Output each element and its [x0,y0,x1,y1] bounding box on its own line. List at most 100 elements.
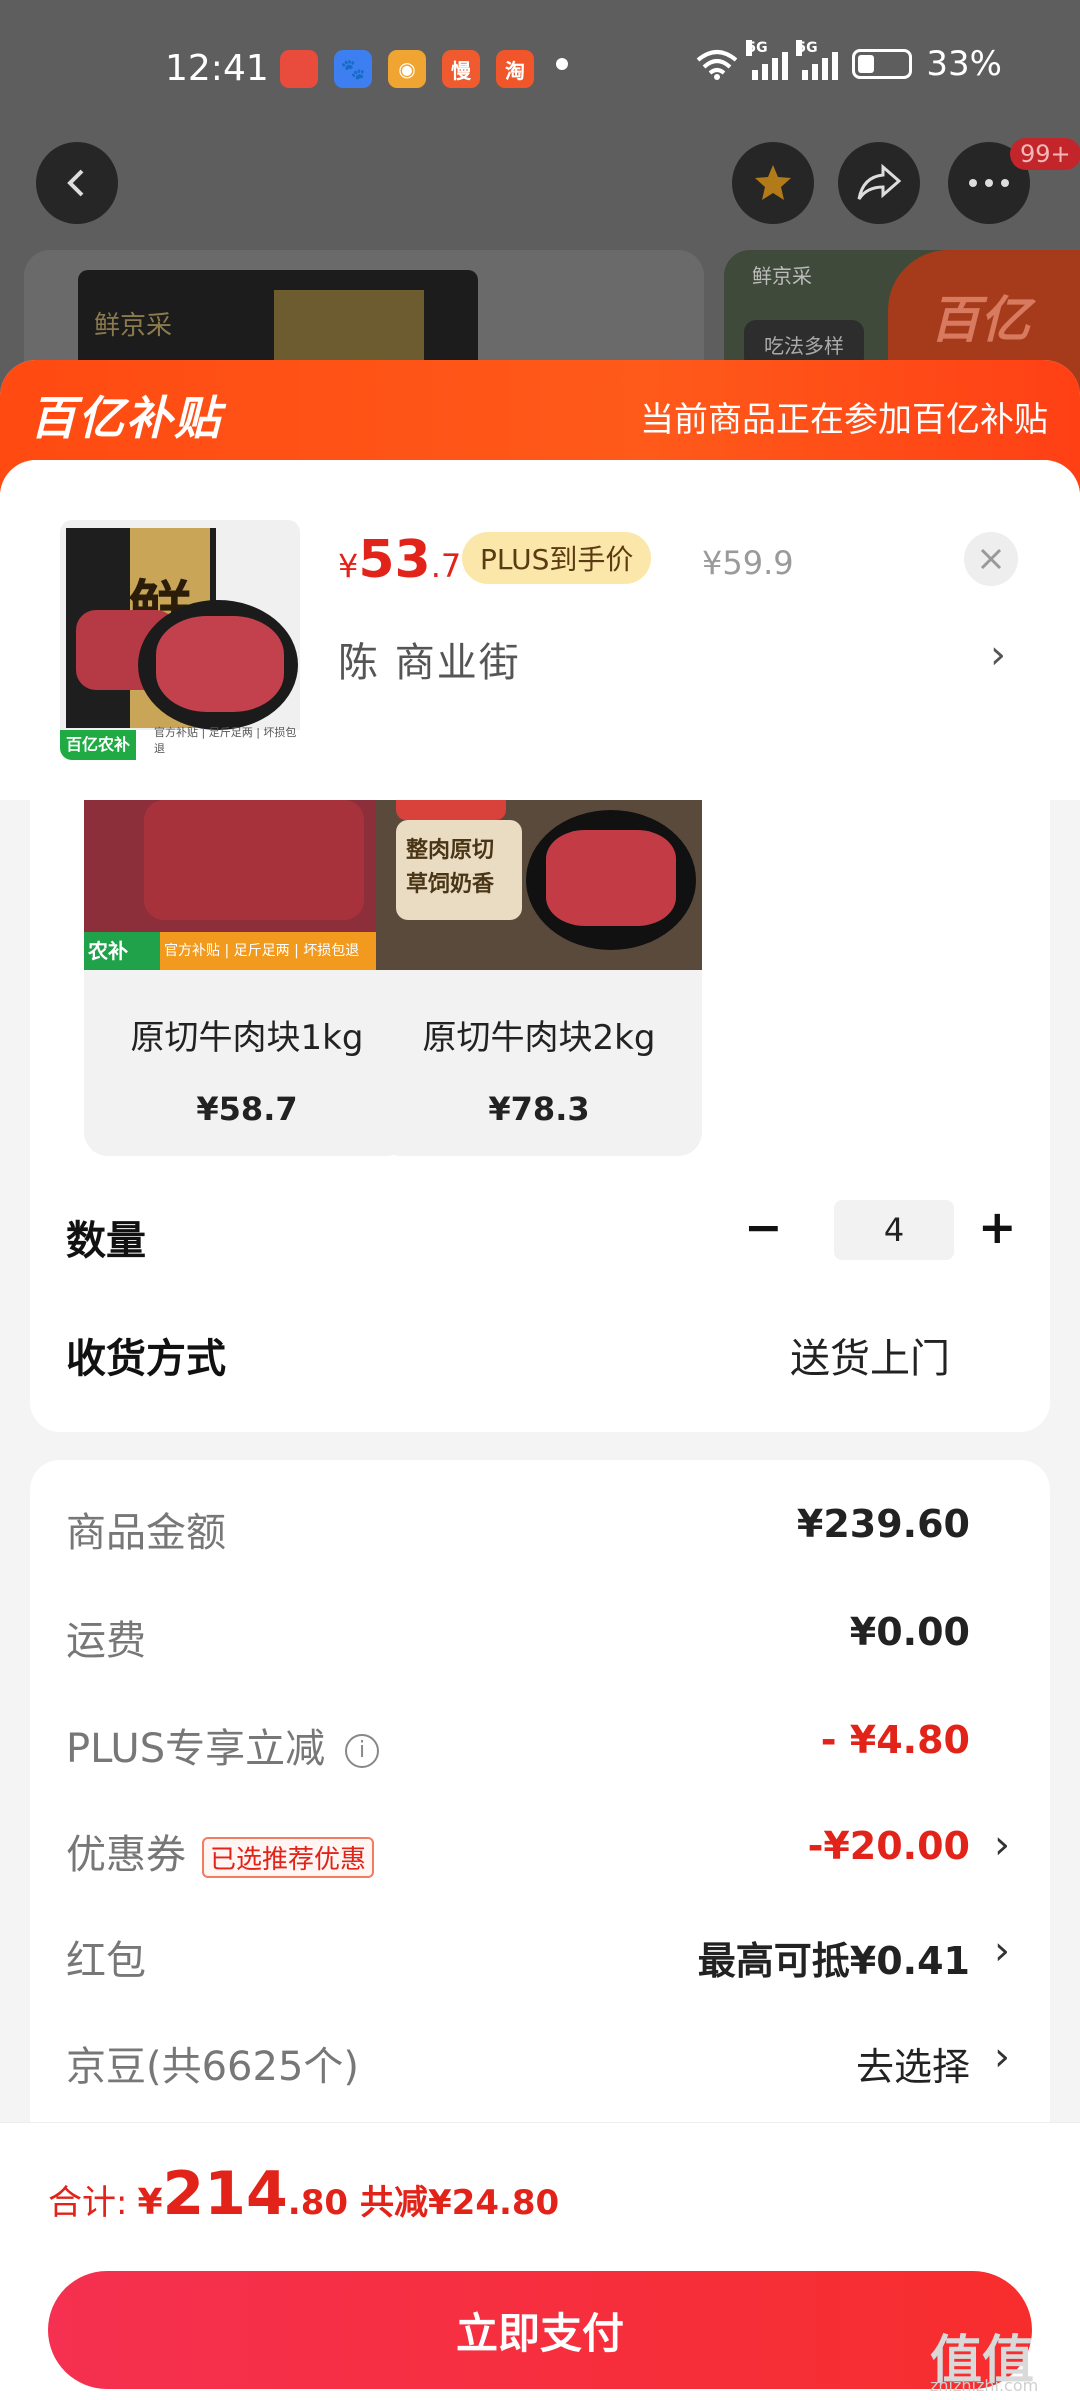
cost-row-red-packet[interactable]: 红包 最高可抵¥0.41 › [30,1928,1050,1998]
signal-label: 5G [796,40,818,56]
favorite-button[interactable] [732,142,814,224]
notification-dot [556,58,568,70]
quantity-plus-button[interactable]: + [978,1200,1017,1254]
thumb-meat [156,616,284,712]
cost-value: ¥0.00 [849,1610,970,1654]
thumb-subsidy-tag: 百亿农补 [60,730,137,760]
cost-label: 运费 [66,1618,146,1664]
cost-row-jingdou[interactable]: 京豆(共6625个) 去选择 › [30,2034,1050,2104]
star-icon [755,165,791,200]
original-price: ¥59.9 [702,544,794,582]
cost-row-plus-discount: PLUS专享立减 i - ¥4.80 [30,1716,1050,1786]
battery-icon [852,49,913,79]
baidu-icon: 🐾 [334,50,372,88]
pay-now-button[interactable]: 立即支付 [48,2271,1032,2389]
cost-label-text: 优惠券 [66,1832,186,1878]
cost-value: -¥20.00 [807,1824,970,1868]
shipping-value[interactable]: 送货上门 [790,1326,950,1384]
battery-fill [858,55,875,73]
cost-label: 优惠券 已选推荐优惠 [66,1822,375,1880]
coupon-tag: 已选推荐优惠 [202,1836,375,1878]
man-icon: 慢 [442,50,480,88]
cost-value: - ¥4.80 [820,1718,970,1762]
chevron-left-icon [67,169,84,197]
cost-label: 红包 [66,1938,146,1984]
sheet-body: 鲜 百亿农补 官方补贴 | 足斤足两 | 坏损包退 ¥ 53 .7 PLUS到手… [0,460,1080,2400]
total-integer: 214 [162,2159,288,2229]
background-subsidy-logo: 百亿 [930,291,1030,349]
cost-label: PLUS专享立减 i [66,1716,380,1774]
cost-label: 商品金额 [66,1510,226,1556]
variant-price: ¥58.7 [196,1090,298,1128]
variant-red-band [396,800,506,820]
subsidy-note: 当前商品正在参加百亿补贴 [640,400,1048,440]
checkout-sheet: 百亿补贴 当前商品正在参加百亿补贴 鲜 百亿农补 官方补贴 | 足斤足两 | 坏… [0,360,1080,2400]
chevron-right-icon[interactable]: › [994,1928,1010,1974]
app-icon-1 [280,50,318,88]
variant-image: 整肉原切 草饲奶香 [376,800,702,970]
variant-subsidy-tag: 农补 [84,932,160,970]
status-right: 5G 5G 33% [696,40,1002,84]
price-symbol: ¥ [338,547,359,585]
cost-value: ¥239.60 [796,1502,970,1546]
info-icon[interactable]: i [345,1734,380,1768]
signal-icon-2: 5G [796,40,839,80]
price-integer: 53 [358,530,431,590]
checkout-bottom-bar: 合计: ¥ 214 .80 共减¥24.80 立即支付 [0,2122,1080,2400]
variant-strip-text: 官方补贴 | 足斤足两 | 坏损包退 [164,943,360,959]
product-summary: 鲜 百亿农补 官方补贴 | 足斤足两 | 坏损包退 ¥ 53 .7 PLUS到手… [0,460,1080,800]
total-summary: 合计: ¥ 214 .80 共减¥24.80 [48,2159,559,2229]
variant-meat [546,830,676,926]
address-chevron-icon[interactable]: › [990,632,1006,678]
wifi-icon [697,50,738,80]
share-button[interactable] [838,142,920,224]
cost-label: 京豆(共6625个) [66,2044,360,2090]
cost-label-text: PLUS专享立减 [66,1726,326,1772]
background-side-brand: 鲜京采 [752,264,812,288]
signal-icon-1: 5G [746,40,789,80]
quantity-minus-button[interactable]: − [744,1200,783,1254]
cost-row-coupon[interactable]: 优惠券 已选推荐优惠 -¥20.00 › [30,1822,1050,1892]
product-thumbnail: 鲜 百亿农补 官方补贴 | 足斤足两 | 坏损包退 [60,520,300,760]
chevron-right-icon[interactable]: › [994,1822,1010,1868]
variant-name: 原切牛肉块2kg [422,1018,656,1058]
status-app-icons: 🐾 ◉ 慢淘 [280,50,534,88]
shipping-label: 收货方式 [66,1336,226,1382]
variant-price: ¥78.3 [488,1090,590,1128]
quantity-label-text: 数量 [66,1218,146,1264]
delivery-address[interactable]: 陈 商业街 [338,630,521,688]
status-time: 12:41 [165,48,269,89]
subsidy-logo: 百亿补贴 [30,391,222,445]
notification-badge: 99+ [1010,138,1080,170]
close-button[interactable] [964,532,1018,586]
cost-row-goods: 商品金额 ¥239.60 [30,1500,1050,1570]
total-decimal: .80 [287,2183,349,2223]
variant-meat [144,800,364,920]
variant-name: 原切牛肉块1kg [130,1018,364,1058]
cost-value: 最高可抵¥0.41 [697,1939,970,1983]
product-price: ¥ 53 .7 [338,530,461,590]
background-brand-text: 鲜京采 [94,311,173,341]
watermark-url: zhizhizhi.com [930,2376,1039,2395]
chevron-right-icon[interactable]: › [994,2034,1010,2080]
cost-breakdown: 商品金额 ¥239.60 运费 ¥0.00 PLUS专享立减 i - ¥4.80 … [30,1460,1050,2220]
weibo-icon: ◉ [388,50,426,88]
more-icon [969,179,1009,187]
total-label: 合计: [48,2183,128,2223]
price-decimal: .7 [430,547,462,585]
signal-label: 5G [746,40,768,56]
status-bar: 12:41 🐾 ◉ 慢淘 5G 5G 33% [0,0,1080,140]
thumb-footer-text: 官方补贴 | 足斤足两 | 坏损包退 [154,726,297,755]
quantity-input[interactable] [834,1200,954,1260]
cost-row-shipping: 运费 ¥0.00 [30,1608,1050,1678]
variant-option-2kg[interactable]: 整肉原切 草饲奶香 原切牛肉块2kg ¥78.3 [376,800,702,1156]
variant-option-1kg[interactable]: 农补 官方补贴 | 足斤足两 | 坏损包退 原切牛肉块1kg ¥58.7 [84,800,410,1156]
close-icon [980,548,1002,570]
cost-value: 去选择 [855,2045,970,2089]
total-symbol: ¥ [137,2182,163,2223]
back-button[interactable] [36,142,118,224]
variant-label: 整肉原切 草饲奶香 [396,820,522,920]
total-savings: 共减¥24.80 [360,2183,560,2223]
share-icon [857,163,902,200]
taobao-icon: 淘 [496,50,534,88]
